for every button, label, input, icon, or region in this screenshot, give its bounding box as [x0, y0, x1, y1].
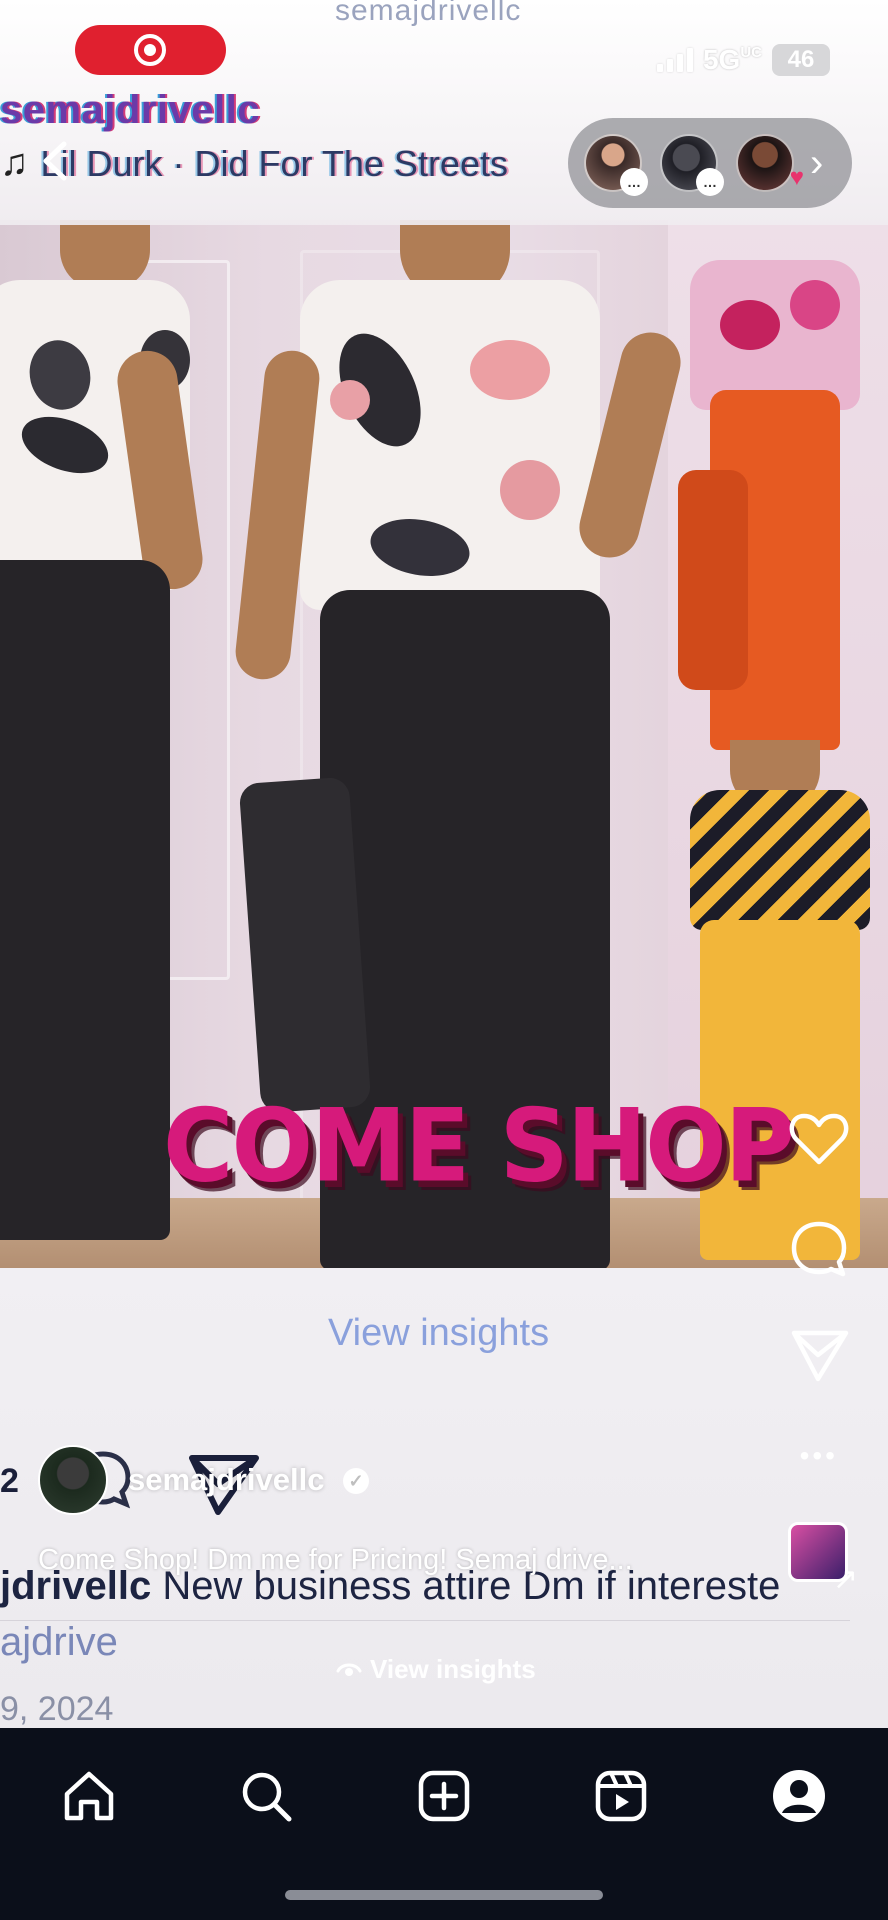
heart-icon: [789, 1113, 849, 1165]
reel-username[interactable]: semajdrivellc: [128, 1462, 324, 1498]
create-icon[interactable]: [416, 1768, 472, 1824]
profile-icon[interactable]: [771, 1768, 827, 1824]
comment-icon: [791, 1221, 847, 1277]
like-button[interactable]: [788, 1108, 850, 1170]
view-insights-button[interactable]: View insights: [336, 1654, 536, 1685]
story-avatar-1[interactable]: …: [584, 134, 648, 196]
arrow-up-right-icon: ↗: [832, 1563, 858, 1596]
screen-recording-indicator[interactable]: [75, 25, 226, 75]
reels-icon[interactable]: [593, 1768, 649, 1824]
chevron-left-icon[interactable]: [38, 138, 74, 184]
music-note-icon: ♫: [0, 142, 29, 184]
search-icon[interactable]: [238, 1768, 294, 1824]
avatar[interactable]: [38, 1445, 108, 1515]
overlay-username: semajdrivellc: [335, 0, 522, 27]
story-avatar-2[interactable]: …: [660, 134, 724, 196]
music-sticker[interactable]: ♫ Lil Durk · Did For The Streets: [0, 142, 508, 185]
song-title: Lil Durk · Did For The Streets: [40, 142, 508, 184]
send-icon: [791, 1330, 849, 1382]
signal-icon: [656, 48, 693, 72]
verified-badge-icon: [343, 1468, 369, 1494]
story-username[interactable]: semajdrivellc: [0, 88, 260, 133]
record-icon: [134, 34, 166, 66]
divider: [0, 1620, 850, 1621]
battery-indicator: 46: [772, 44, 830, 76]
post-date: 9, 2024: [0, 1690, 114, 1728]
share-button[interactable]: [788, 1323, 850, 1385]
caption-tag[interactable]: ajdrive: [0, 1620, 118, 1665]
network-label: 5GUC: [702, 44, 762, 75]
comment-badge: …: [696, 168, 724, 196]
story-viewer: semajdrivellc 5GUC 46 semajdrivellc ♫ Li…: [0, 0, 888, 1920]
story-avatar-3[interactable]: ♥: [736, 134, 804, 192]
reel-caption[interactable]: Come Shop! Dm me for Pricing! Semaj driv…: [38, 1544, 633, 1577]
status-bar: 5GUC 46: [656, 44, 830, 76]
eye-icon: [336, 1663, 362, 1676]
heart-badge-icon: ♥: [789, 164, 804, 191]
comment-badge: …: [620, 168, 648, 196]
story-headline: COME SHOP: [163, 1087, 795, 1205]
insights-ghost-text: View insights: [328, 1312, 550, 1354]
home-icon[interactable]: [61, 1768, 117, 1824]
home-indicator[interactable]: [285, 1890, 603, 1900]
like-count: 2: [0, 1462, 19, 1500]
more-options-button[interactable]: •••: [800, 1440, 838, 1472]
comment-button[interactable]: [788, 1218, 850, 1280]
view-insights-label: View insights: [370, 1654, 536, 1684]
story-tray[interactable]: … … ♥ ›: [568, 118, 852, 208]
chevron-right-icon[interactable]: ›: [810, 141, 823, 186]
